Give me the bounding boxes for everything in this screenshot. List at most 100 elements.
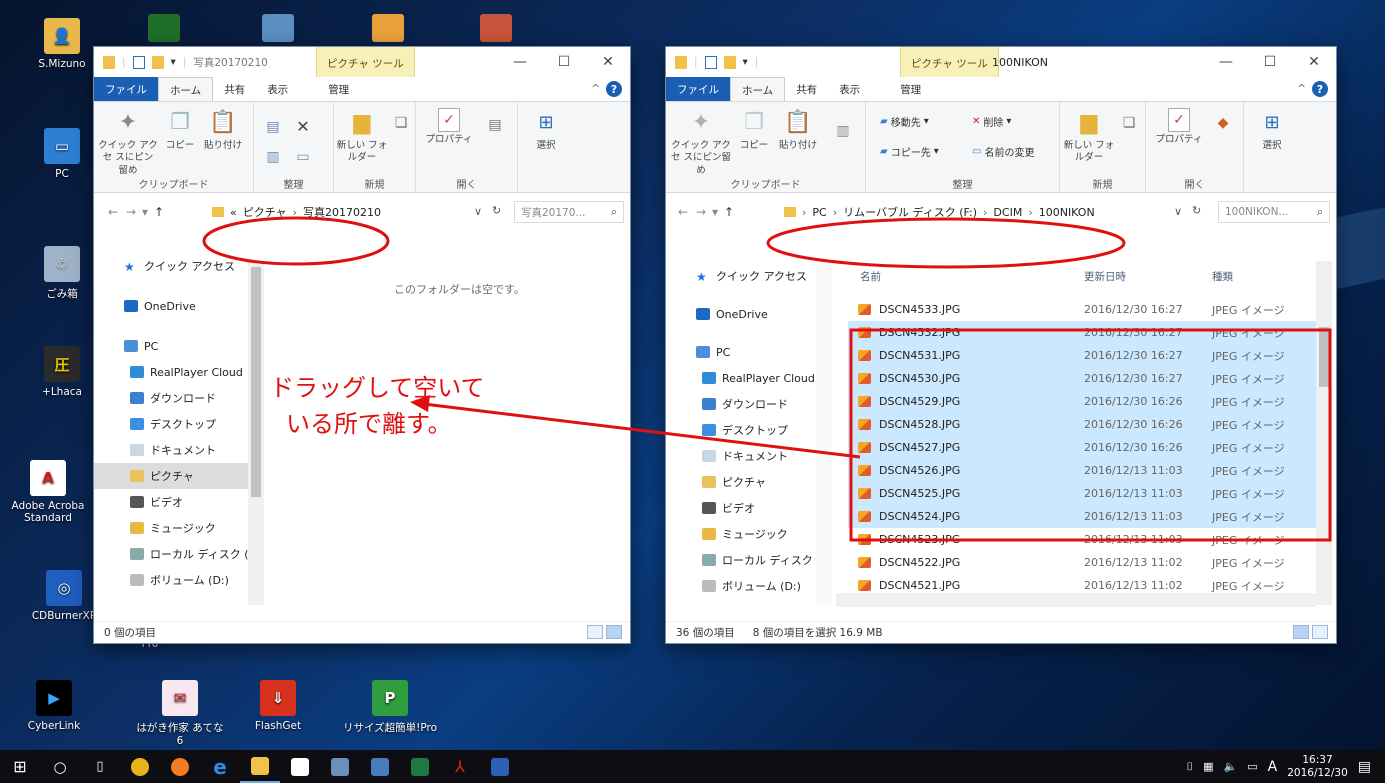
new-folder-icon[interactable] bbox=[723, 55, 736, 69]
recent-dropdown-icon[interactable]: ▾ bbox=[140, 205, 150, 219]
tab-home[interactable]: ホーム bbox=[158, 77, 214, 101]
pin-quick-access-button[interactable]: ✦ クイック アクセ スにピン留め bbox=[98, 108, 158, 177]
new-item-icon[interactable]: ❏ bbox=[1116, 108, 1140, 140]
tab-file[interactable]: ファイル bbox=[666, 77, 730, 101]
nav-local-disk-c[interactable]: ローカル ディスク (C bbox=[666, 547, 832, 573]
maximize-button[interactable]: ☐ bbox=[1248, 47, 1292, 77]
open-icon[interactable]: ▤ bbox=[482, 110, 506, 142]
desktop-icon-recycle-bin[interactable]: ♲ ごみ箱 bbox=[22, 246, 102, 301]
desktop-icon-hagaki[interactable]: ✉ はがき作家 あてな 6 bbox=[132, 680, 228, 747]
app-icon[interactable] bbox=[262, 14, 294, 42]
qat-dropdown-icon[interactable]: ▾ bbox=[743, 56, 748, 68]
select-button[interactable]: ⊞ 選択 bbox=[524, 108, 568, 152]
details-view-icon[interactable] bbox=[1293, 625, 1309, 639]
tab-manage[interactable]: 管理 bbox=[889, 77, 932, 101]
file-row[interactable]: DSCN4522.JPG 2016/12/13 11:02 JPEG イメージ bbox=[848, 551, 1316, 574]
address-bar[interactable]: › PC › リムーバブル ディスク (F:) › DCIM › 100NIKO… bbox=[778, 201, 1178, 223]
search-box[interactable]: 100NIKON... ⌕ bbox=[1218, 201, 1330, 223]
open-icon[interactable]: ◆ bbox=[1210, 108, 1234, 140]
nav-desktop[interactable]: デスクトップ bbox=[94, 411, 264, 437]
nav-realplayer[interactable]: RealPlayer Cloud bbox=[94, 359, 264, 385]
forward-arrow-icon[interactable]: → bbox=[122, 205, 140, 219]
details-view-icon[interactable] bbox=[587, 625, 603, 639]
ribbon-collapse-icon[interactable]: ^ bbox=[591, 83, 600, 95]
desktop-icon-pc[interactable]: ▭ PC bbox=[22, 128, 102, 180]
clock[interactable]: 16:37 2016/12/30 bbox=[1287, 754, 1348, 780]
taskbar-excel[interactable] bbox=[400, 750, 440, 783]
refresh-icon[interactable]: ↻ bbox=[492, 204, 501, 217]
file-row[interactable]: DSCN4526.JPG 2016/12/13 11:03 JPEG イメージ bbox=[848, 459, 1316, 482]
paste-button[interactable]: 📋 貼り付け bbox=[774, 108, 822, 152]
up-arrow-icon[interactable]: ↑ bbox=[150, 205, 168, 219]
nav-downloads[interactable]: ダウンロード bbox=[666, 391, 832, 417]
tab-share[interactable]: 共有 bbox=[213, 77, 256, 101]
nav-local-disk-c[interactable]: ローカル ディスク (C bbox=[94, 541, 264, 567]
delete-button[interactable]: ✕ 削除 ▾ bbox=[972, 114, 1011, 129]
file-row[interactable]: DSCN4528.JPG 2016/12/30 16:26 JPEG イメージ bbox=[848, 413, 1316, 436]
notification-icon[interactable]: ▤ bbox=[1358, 759, 1371, 775]
network-icon[interactable]: ▭ bbox=[1247, 760, 1257, 773]
breadcrumb-pc[interactable]: PC bbox=[812, 206, 826, 219]
properties-check-icon[interactable] bbox=[132, 55, 145, 69]
move-to-icon[interactable]: ▤ bbox=[260, 112, 284, 144]
desktop-icon-lhaca[interactable]: 圧 +Lhaca bbox=[22, 346, 102, 398]
help-icon[interactable]: ? bbox=[606, 81, 622, 97]
column-type[interactable]: 種類 bbox=[1212, 269, 1312, 284]
paste-button[interactable]: 📋 貼り付け bbox=[198, 108, 248, 152]
desktop-icon-resize[interactable]: P リサイズ超簡単!Pro bbox=[340, 680, 440, 735]
nav-pictures[interactable]: ピクチャ bbox=[666, 469, 832, 495]
select-button[interactable]: ⊞ 選択 bbox=[1250, 108, 1294, 152]
desktop-icon-cyberlink[interactable]: ▶ CyberLink bbox=[14, 680, 94, 732]
nav-downloads[interactable]: ダウンロード bbox=[94, 385, 264, 411]
pin-quick-access-button[interactable]: ✦ クイック アクセ スにピン留め bbox=[670, 108, 732, 177]
desktop-icon-acrobat[interactable]: A Adobe Acroba Standard bbox=[0, 460, 96, 524]
back-arrow-icon[interactable]: ← bbox=[104, 205, 122, 219]
qat-dropdown-icon[interactable]: ▾ bbox=[171, 56, 176, 68]
file-row[interactable]: DSCN4529.JPG 2016/12/30 16:26 JPEG イメージ bbox=[848, 390, 1316, 413]
taskbar-firefox[interactable] bbox=[160, 750, 200, 783]
file-row[interactable]: DSCN4531.JPG 2016/12/30 16:27 JPEG イメージ bbox=[848, 344, 1316, 367]
maximize-button[interactable]: ☐ bbox=[542, 47, 586, 77]
breadcrumb-removable-disk[interactable]: リムーバブル ディスク (F:) bbox=[843, 204, 977, 220]
file-row[interactable]: DSCN4533.JPG 2016/12/30 16:27 JPEG イメージ bbox=[848, 298, 1316, 321]
large-icons-view-icon[interactable] bbox=[606, 625, 622, 639]
minimize-button[interactable]: — bbox=[498, 47, 542, 77]
nav-realplayer[interactable]: RealPlayer Cloud bbox=[666, 365, 832, 391]
breadcrumb-current-folder[interactable]: 100NIKON bbox=[1039, 206, 1095, 219]
taskbar-edge[interactable]: e bbox=[200, 750, 240, 783]
ribbon-collapse-icon[interactable]: ^ bbox=[1297, 83, 1306, 95]
recent-dropdown-icon[interactable]: ▾ bbox=[710, 205, 720, 219]
close-button[interactable]: ✕ bbox=[1292, 47, 1336, 77]
nav-pc[interactable]: PC bbox=[666, 339, 832, 365]
back-arrow-icon[interactable]: ← bbox=[674, 205, 692, 219]
taskbar-word[interactable] bbox=[480, 750, 520, 783]
file-row[interactable]: DSCN4521.JPG 2016/12/13 11:02 JPEG イメージ bbox=[848, 574, 1316, 597]
copy-to-button[interactable]: ▰ コピー先 ▾ bbox=[880, 144, 939, 159]
address-bar[interactable]: « ピクチャ › 写真20170210 bbox=[206, 201, 496, 223]
app-icon[interactable] bbox=[372, 14, 404, 42]
tab-share[interactable]: 共有 bbox=[785, 77, 828, 101]
nav-volume-d[interactable]: ボリューム (D:) bbox=[94, 567, 264, 593]
cut-icon[interactable]: ▥ bbox=[828, 116, 858, 148]
ftp-app-icon[interactable] bbox=[148, 14, 180, 42]
usb-icon[interactable]: ⌷ bbox=[1187, 760, 1194, 774]
minimize-button[interactable]: — bbox=[1204, 47, 1248, 77]
file-list-scrollbar-thumb[interactable] bbox=[1319, 327, 1329, 387]
file-row[interactable]: DSCN4532.JPG 2016/12/30 16:27 JPEG イメージ bbox=[848, 321, 1316, 344]
desktop-icon-user-folder[interactable]: 👤 S.Mizuno bbox=[22, 18, 102, 70]
nav-pc[interactable]: PC bbox=[94, 333, 264, 359]
task-view-button[interactable]: ▯ bbox=[80, 750, 120, 783]
new-folder-button[interactable]: ▆ 新しい フォルダー bbox=[336, 108, 388, 165]
tab-manage[interactable]: 管理 bbox=[317, 77, 360, 101]
copy-button[interactable]: ❐ コピー bbox=[160, 108, 200, 152]
properties-button[interactable]: ✓ プロパティ bbox=[420, 108, 478, 146]
nav-scrollbar-thumb[interactable] bbox=[251, 267, 261, 497]
nav-pictures[interactable]: ピクチャ bbox=[94, 463, 264, 489]
nav-quick-access[interactable]: ★ クイック アクセス bbox=[666, 263, 832, 289]
address-dropdown-icon[interactable]: ∨ bbox=[474, 205, 482, 218]
taskbar-store[interactable] bbox=[280, 750, 320, 783]
tab-view[interactable]: 表示 bbox=[828, 77, 871, 101]
taskbar-chrome[interactable] bbox=[120, 750, 160, 783]
tab-file[interactable]: ファイル bbox=[94, 77, 158, 101]
move-to-button[interactable]: ▰ 移動先 ▾ bbox=[880, 114, 929, 129]
